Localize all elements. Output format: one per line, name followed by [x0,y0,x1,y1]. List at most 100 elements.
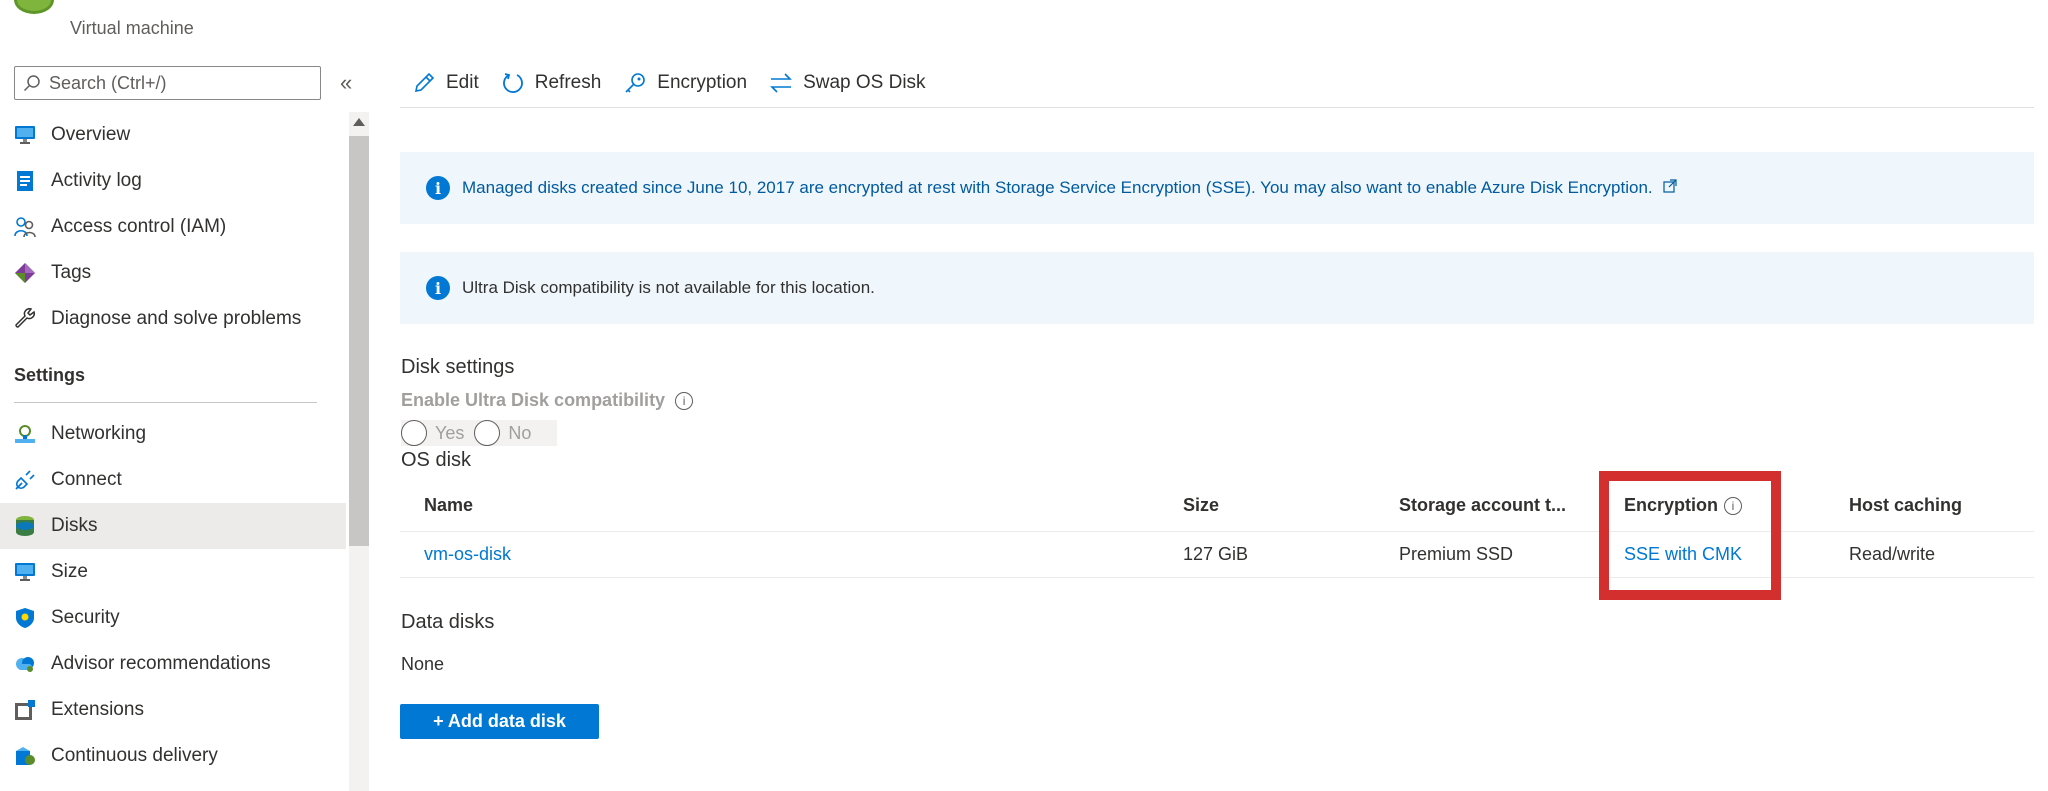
sidebar-item-label: Overview [51,124,131,145]
shield-icon [14,607,36,629]
sidebar-nav: Overview Activity log Access control (IA… [0,112,346,791]
info-icon[interactable]: i [1724,496,1743,515]
sidebar-item-label: Advisor recommendations [51,653,271,674]
ultra-disk-no-radio[interactable]: No [474,420,531,446]
advisor-cloud-icon [14,653,36,675]
encryption-header-label: Encryption [1624,495,1719,515]
info-icon[interactable]: i [675,391,694,410]
command-bar: Edit Refresh Encryption Swap OS Disk [400,62,2034,108]
people-icon [14,216,36,238]
edit-label: Edit [446,72,479,93]
data-disks-none-text: None [401,654,445,674]
sidebar-item-label: Activity log [51,170,142,191]
collapse-sidebar-button[interactable]: « [340,70,352,96]
os-disk-title: OS disk [401,449,472,471]
encryption-label: Encryption [657,72,748,93]
sse-info-text: Managed disks created since June 10, 201… [462,178,1653,197]
sidebar-item-activity-log[interactable]: Activity log [0,158,346,204]
sidebar-item-connect[interactable]: Connect [0,457,346,503]
resource-header: Virtual machine [0,0,400,50]
sidebar-item-continuous-delivery[interactable]: Continuous delivery [0,733,346,779]
sidebar-item-label: Disks [51,515,98,536]
sidebar-item-overview[interactable]: Overview [0,112,346,158]
scroll-up-arrow-icon[interactable] [353,118,365,126]
column-header-size[interactable]: Size [1183,480,1219,531]
table-row: vm-os-disk 127 GiB Premium SSD SSE with … [400,532,2034,578]
swap-arrows-icon [770,73,792,93]
sidebar-item-label: Extensions [51,699,144,720]
monitor-icon [14,124,36,146]
pencil-icon [414,72,435,93]
ultra-disk-radio-group: Yes No [401,420,557,446]
ultra-disk-yes-radio[interactable]: Yes [401,420,464,446]
connect-plug-icon [14,469,36,491]
sidebar-item-extensions[interactable]: Extensions [0,687,346,733]
sidebar-item-disks[interactable]: Disks [0,503,346,549]
ultra-disk-info-banner: i Ultra Disk compatibility is not availa… [400,252,2034,324]
sidebar-item-label: Connect [51,469,122,490]
sse-info-link[interactable]: Managed disks created since June 10, 201… [462,178,1677,198]
sidebar-scrollbar[interactable] [349,112,369,791]
radio-circle [401,420,427,446]
disk-settings-title: Disk settings [401,356,515,378]
sidebar-item-label: Networking [51,423,147,444]
edit-button[interactable]: Edit [412,62,479,104]
swap-os-disk-label: Swap OS Disk [803,72,926,93]
ultra-disk-info-text: Ultra Disk compatibility is not availabl… [462,278,875,297]
delivery-icon [14,745,36,767]
ultra-disk-compat-text: Enable Ultra Disk compatibility [401,390,666,410]
sidebar-item-networking[interactable]: Networking [0,411,346,457]
data-disks-title: Data disks [401,611,495,633]
sidebar-item-diagnose[interactable]: Diagnose and solve problems [0,296,346,342]
os-disk-host-caching: Read/write [1849,544,1936,564]
settings-section-heading: Settings [14,365,86,385]
sidebar-item-label: Continuous delivery [51,745,218,766]
column-header-encryption[interactable]: Encryption i [1624,480,1743,531]
key-icon [625,73,646,93]
sidebar-item-access-control[interactable]: Access control (IAM) [0,204,346,250]
column-header-host-caching[interactable]: Host caching [1849,480,1962,531]
os-disk-name-link[interactable]: vm-os-disk [424,532,511,577]
sse-info-banner: i Managed disks created since June 10, 2… [400,152,2034,224]
section-divider [14,402,317,403]
sidebar-item-tags[interactable]: Tags [0,250,346,296]
sidebar-item-label: Tags [51,262,92,283]
sidebar-item-size[interactable]: Size [0,549,346,595]
vm-logo-icon [14,0,54,14]
yes-label: Yes [435,422,465,443]
search-icon [23,75,40,92]
refresh-icon [502,73,523,93]
resource-type-label: Virtual machine [70,18,194,38]
disks-icon [14,515,36,537]
scroll-thumb[interactable] [349,136,369,546]
radio-circle [474,420,501,446]
ultra-disk-compat-label: Enable Ultra Disk compatibility i [401,390,694,411]
refresh-label: Refresh [534,72,602,93]
extensions-icon [14,699,36,721]
sidebar-item-label: Security [51,607,120,628]
sidebar-item-label: Access control (IAM) [51,216,227,237]
add-data-disk-button[interactable]: + Add data disk [400,704,599,739]
sidebar-item-label: Diagnose and solve problems [51,308,302,329]
refresh-button[interactable]: Refresh [501,62,602,104]
os-disk-size: 127 GiB [1183,544,1249,564]
sidebar-item-label: Size [51,561,88,582]
network-icon [14,423,36,445]
sidebar-item-security[interactable]: Security [0,595,346,641]
search-input[interactable] [49,72,309,94]
wrench-icon [14,308,36,330]
column-header-storage[interactable]: Storage account t... [1399,480,1566,531]
search-box[interactable] [14,66,321,100]
activity-log-icon [14,170,36,192]
sidebar-item-advisor[interactable]: Advisor recommendations [0,641,346,687]
info-icon: i [426,276,450,300]
info-icon: i [426,176,450,200]
column-header-name[interactable]: Name [424,480,473,531]
table-header-row: Name Size Storage account t... Encryptio… [400,480,2034,532]
os-disk-encryption-link[interactable]: SSE with CMK [1624,532,1742,577]
tag-icon [14,262,36,284]
monitor-icon [14,561,36,583]
encryption-button[interactable]: Encryption [623,62,747,104]
os-disk-storage-type: Premium SSD [1399,544,1514,564]
swap-os-disk-button[interactable]: Swap OS Disk [769,62,926,104]
